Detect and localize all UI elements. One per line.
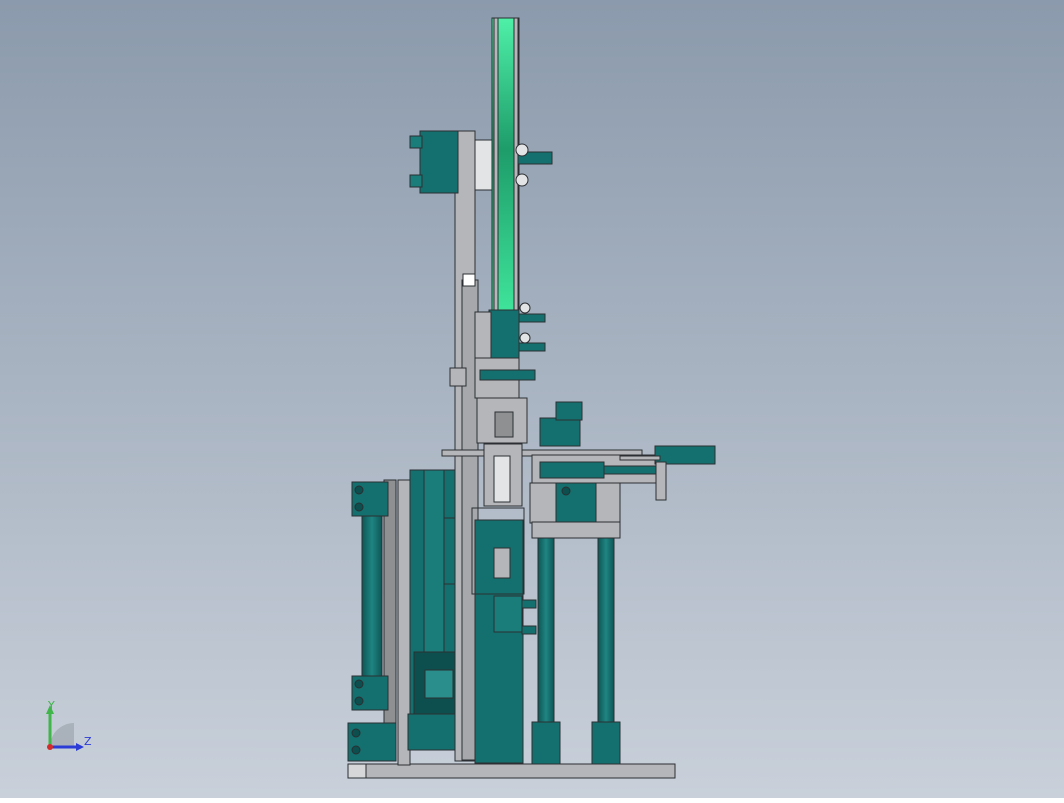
bolt bbox=[351, 728, 361, 738]
z-axis-label: Z bbox=[84, 735, 92, 748]
guide-block bbox=[488, 309, 520, 361]
carriage-top-block bbox=[539, 417, 581, 447]
guide-pin bbox=[518, 342, 546, 352]
center-valve-block bbox=[493, 595, 523, 633]
bolt bbox=[354, 502, 364, 512]
guide-nut bbox=[519, 332, 531, 344]
top-motor-knob bbox=[409, 174, 423, 188]
right-leg-1-foot bbox=[531, 721, 561, 765]
guide-pin bbox=[518, 313, 546, 323]
machine-assembly-drawing bbox=[0, 0, 1064, 798]
reel-disc-rim bbox=[493, 17, 499, 311]
mid-inner-block bbox=[494, 411, 514, 438]
reel-nut bbox=[515, 143, 529, 157]
carriage-rail bbox=[603, 465, 665, 475]
reel-nut bbox=[515, 173, 529, 187]
top-hub-silver bbox=[474, 139, 494, 191]
center-column-slot bbox=[493, 547, 511, 579]
bolt bbox=[354, 679, 364, 689]
y-axis-label: Y bbox=[48, 699, 55, 712]
guide-plate bbox=[474, 311, 492, 361]
center-pins bbox=[521, 625, 537, 635]
table-top bbox=[531, 521, 621, 539]
motor-lower-window bbox=[424, 669, 454, 699]
cad-viewport[interactable]: Y Z bbox=[0, 0, 1064, 798]
arm-bracket bbox=[654, 445, 716, 465]
right-leg-1 bbox=[537, 537, 555, 729]
arm-link bbox=[619, 455, 661, 461]
left-column-1 bbox=[361, 504, 383, 706]
bolt bbox=[351, 745, 361, 755]
reel-disc-rim bbox=[513, 17, 519, 311]
viewport-background bbox=[0, 0, 1064, 798]
top-motor-knob bbox=[409, 135, 423, 149]
bolt bbox=[354, 696, 364, 706]
base-plate-left-foot bbox=[347, 763, 367, 779]
triad-arrows-icon bbox=[46, 705, 84, 751]
right-leg-2 bbox=[597, 537, 615, 729]
carriage-slide-dark bbox=[539, 461, 605, 479]
arm-drop bbox=[655, 461, 667, 501]
top-motor-block bbox=[419, 130, 459, 194]
guide-nut bbox=[519, 302, 531, 314]
carriage-small-knob bbox=[555, 401, 583, 421]
center-pins bbox=[521, 599, 537, 609]
bolt bbox=[561, 486, 571, 496]
coordinate-triad: Y Z bbox=[38, 700, 98, 760]
bolt bbox=[354, 485, 364, 495]
frame-notch bbox=[462, 273, 476, 287]
cylinder-rod bbox=[493, 455, 511, 503]
mid-support-plate bbox=[449, 367, 467, 387]
right-leg-2-foot bbox=[591, 721, 621, 765]
mid-teal-bar bbox=[479, 369, 536, 381]
base-plate bbox=[347, 763, 676, 779]
